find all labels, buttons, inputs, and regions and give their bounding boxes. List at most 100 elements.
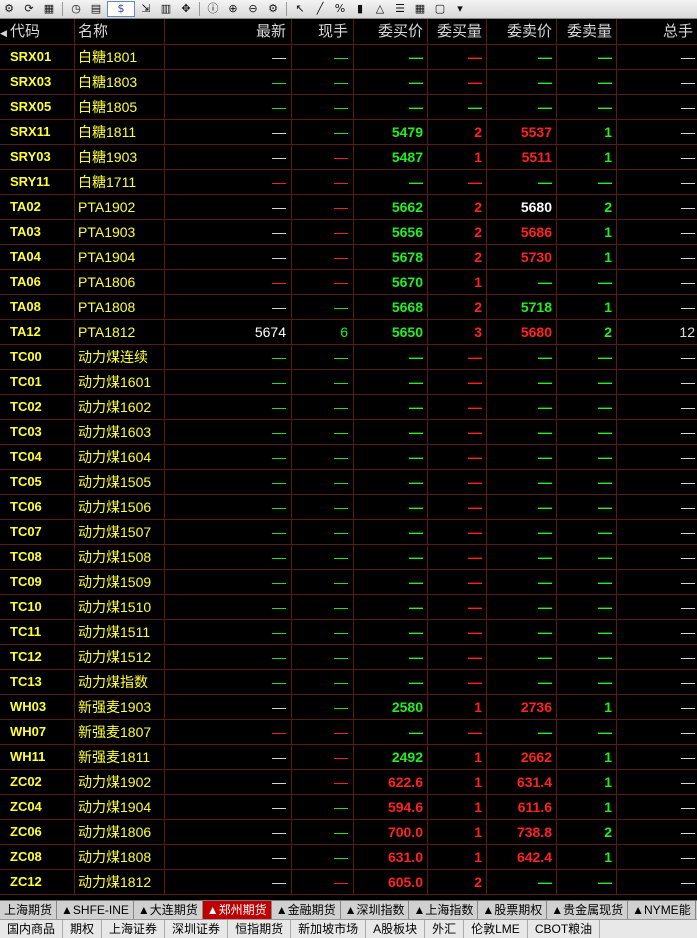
clock-icon[interactable]: ◷	[67, 2, 85, 16]
tab-market[interactable]: ▲SHFE-INE	[57, 901, 134, 919]
table-row[interactable]: ZC02 动力煤1902— —622.6 1 631.4 1—	[0, 770, 697, 795]
table-row[interactable]: WH07 新强麦1807— — — — — — —	[0, 720, 697, 745]
row-marker	[0, 445, 7, 469]
table-row[interactable]: TA04 PTA1904— —5678 2 5730 1—	[0, 245, 697, 270]
tab-market[interactable]: ▲上海指数	[409, 901, 479, 919]
cell-last: —	[165, 595, 292, 619]
row-marker	[0, 195, 7, 219]
category-item[interactable]: 上海证券	[102, 920, 166, 938]
cell-name: 白糖1811	[75, 120, 165, 144]
col-header-ask-vol[interactable]: 委卖量	[557, 19, 617, 44]
export-icon[interactable]: ⇲	[137, 2, 155, 16]
col-header-ask[interactable]: 委卖价	[487, 19, 557, 44]
table-row[interactable]: ZC08 动力煤1808— —631.0 1 642.4 1—	[0, 845, 697, 870]
tab-market[interactable]: 上海期货	[0, 901, 58, 919]
cell-vol: —	[292, 770, 354, 794]
triangle-icon[interactable]: △	[371, 2, 389, 16]
cell-code: ZC06	[7, 820, 75, 844]
table-row[interactable]: SRX05 白糖1805— — — — — — —	[0, 95, 697, 120]
category-item[interactable]: 深圳证券	[165, 920, 229, 938]
document-icon[interactable]: ▤	[87, 2, 105, 16]
line-icon[interactable]: ╱	[311, 2, 329, 16]
table-row[interactable]: TC04 动力煤1604— — — — — — —	[0, 445, 697, 470]
row-marker	[0, 320, 7, 344]
table-row[interactable]: TC09 动力煤1509— — — — — — —	[0, 570, 697, 595]
table-row[interactable]: SRX11 白糖1811— —5479 2 5537 1—	[0, 120, 697, 145]
table-row[interactable]: SRX01 白糖1801— — — — — — —	[0, 45, 697, 70]
refresh-icon[interactable]: ⟳	[20, 2, 38, 16]
table-row[interactable]: ZC06 动力煤1806— —700.0 1 738.8 2—	[0, 820, 697, 845]
table-row[interactable]: TA08 PTA1808— —5668 2 5718 1—	[0, 295, 697, 320]
cursor-icon[interactable]: ↖	[291, 2, 309, 16]
table-row[interactable]: TC10 动力煤1510— — — — — — —	[0, 595, 697, 620]
table-icon[interactable]: ▥	[157, 2, 175, 16]
tab-market[interactable]: ▲大连期货	[134, 901, 203, 919]
window-icon[interactable]: ▢	[431, 2, 449, 16]
zoom-out-icon[interactable]: ⊖	[244, 2, 262, 16]
tab-market[interactable]: ▲股票期权	[478, 901, 548, 919]
category-item[interactable]: 新加坡市场	[291, 920, 367, 938]
table-row[interactable]: TA06 PTA1806— —5670 1— — —	[0, 270, 697, 295]
cell-bidv: 1	[428, 270, 487, 294]
table-row[interactable]: TA12 PTA1812 5674 6 5650 3 5680 2 12	[0, 320, 697, 345]
table-row[interactable]: TC12 动力煤1512— — — — — — —	[0, 645, 697, 670]
settings-icon[interactable]: ⚙	[0, 2, 18, 16]
table-row[interactable]: SRY03 白糖1903— —5487 1 5511 1—	[0, 145, 697, 170]
gear-icon[interactable]: ⚙	[264, 2, 282, 16]
col-header-name[interactable]: 名称	[75, 19, 165, 44]
category-item[interactable]: 伦敦LME	[464, 920, 528, 938]
list-icon[interactable]: ☰	[391, 2, 409, 16]
tab-market[interactable]: ▲NYME能	[628, 901, 696, 919]
table-row[interactable]: TC13 动力煤指数 — — — — — — —	[0, 670, 697, 695]
tab-market[interactable]: ▲金融期货	[272, 901, 341, 919]
tab-market[interactable]: ▲郑州期货	[202, 901, 272, 919]
col-header-bid-vol[interactable]: 委买量	[428, 19, 487, 44]
table-row[interactable]: TC11 动力煤1511— — — — — — —	[0, 620, 697, 645]
move-icon[interactable]: ✥	[177, 2, 195, 16]
table-row[interactable]: TC03 动力煤1603— — — — — — —	[0, 420, 697, 445]
table-row[interactable]: WH03 新强麦1903— —2580 1 2736 1—	[0, 695, 697, 720]
col-header-vol[interactable]: 现手	[292, 19, 354, 44]
percent-icon[interactable]: %	[331, 2, 349, 16]
table-row[interactable]: TC06 动力煤1506— — — — — — —	[0, 495, 697, 520]
table-row[interactable]: TA03 PTA1903— —5656 2 5686 1—	[0, 220, 697, 245]
dollar-icon[interactable]: $	[107, 1, 135, 17]
category-item[interactable]: 恒指期货	[228, 920, 292, 938]
table-row[interactable]: TC07 动力煤1507— — — — — — —	[0, 520, 697, 545]
col-header-code[interactable]: 代码	[7, 19, 75, 44]
layout-icon[interactable]: ▦	[40, 2, 58, 16]
cell-bidv: 3	[428, 320, 487, 344]
chevron-icon[interactable]: ▾	[451, 2, 469, 16]
scroll-left-icon[interactable]: ◀	[0, 19, 7, 44]
col-header-total[interactable]: 总手	[617, 19, 697, 44]
table-row[interactable]: ZC12 动力煤1812— —605.0 2— — —	[0, 870, 697, 895]
cell-tot: —	[681, 599, 695, 615]
zoom-in-icon[interactable]: ⊕	[224, 2, 242, 16]
tab-market[interactable]: ▲贵金属现货	[547, 901, 629, 919]
category-item[interactable]: 期权	[63, 920, 103, 938]
table-row[interactable]: TA02 PTA1902— —5662 2 5680 2—	[0, 195, 697, 220]
category-item[interactable]: CBOT粮油	[528, 920, 601, 938]
table-row[interactable]: TC08 动力煤1508— — — — — — —	[0, 545, 697, 570]
table-row[interactable]: TC01 动力煤1601— — — — — — —	[0, 370, 697, 395]
category-item[interactable]: 外汇	[425, 920, 465, 938]
cell-ask: —	[487, 420, 557, 444]
table-row[interactable]: TC00 动力煤连续 — — — — — — —	[0, 345, 697, 370]
table-row[interactable]: WH11 新强麦1811— —2492 1 2662 1—	[0, 745, 697, 770]
cell-askv: —	[557, 595, 617, 619]
col-header-bid[interactable]: 委买价	[354, 19, 428, 44]
col-header-last[interactable]: 最新	[165, 19, 292, 44]
bar-icon[interactable]: ▮	[351, 2, 369, 16]
table-row[interactable]: SRY11 白糖1711— — — — — — —	[0, 170, 697, 195]
info-icon[interactable]: ⓘ	[204, 2, 222, 16]
tab-market[interactable]: ▲深圳指数	[341, 901, 410, 919]
grid-icon[interactable]: ▦	[411, 2, 429, 16]
table-row[interactable]: ZC04 动力煤1904— —594.6 1 611.6 1—	[0, 795, 697, 820]
category-item[interactable]: 国内商品	[0, 920, 64, 938]
table-row[interactable]: TC02 动力煤1602— — — — — — —	[0, 395, 697, 420]
cell-ask: 631.4	[487, 770, 557, 794]
table-row[interactable]: SRX03 白糖1803— — — — — — —	[0, 70, 697, 95]
table-row[interactable]: TC05 动力煤1505— — — — — — —	[0, 470, 697, 495]
category-item[interactable]: A股板块	[366, 920, 426, 938]
cell-name: 白糖1801	[75, 45, 165, 69]
